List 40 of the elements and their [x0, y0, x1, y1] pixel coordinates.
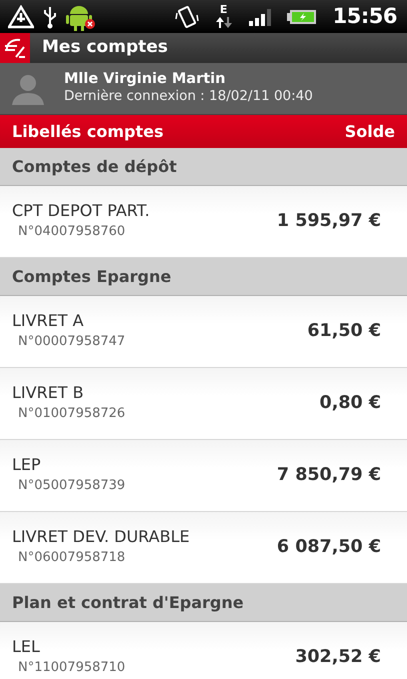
account-number: N°01007958726 — [17, 405, 126, 424]
account-row[interactable]: LIVRET DEV. DURABLE N°06007958718 6 087,50 € — [0, 512, 407, 584]
battery-icon — [286, 8, 317, 24]
column-header: Libellés comptes — [12, 120, 164, 142]
section-header: Plan et contrat d'Epargne — [12, 592, 244, 614]
account-number: N°05007958739 — [17, 477, 126, 496]
account-row[interactable]: LIVRET A N°00007958747 61,50 € — [0, 296, 407, 368]
bank-logo-icon — [0, 33, 30, 63]
account-balance: 1 595,97 € — [276, 210, 381, 234]
account-name: LIVRET DEV. DURABLE — [12, 527, 190, 548]
last-login-text: Dernière connexion : 18/02/11 00:40 — [64, 88, 313, 106]
vibrate-icon — [174, 4, 199, 28]
signal-icon — [248, 8, 271, 26]
account-number: N°00007958747 — [17, 333, 126, 352]
screen-title: Mes comptes — [41, 36, 168, 60]
account-row[interactable]: LEP N°05007958739 7 850,79 € — [0, 440, 407, 512]
section-header: Comptes Epargne — [12, 266, 172, 288]
account-name: LIVRET B — [12, 383, 85, 404]
clock: 15:56 — [332, 2, 397, 30]
account-name: LEL — [12, 637, 41, 658]
account-name: LIVRET A — [12, 311, 85, 332]
account-name: LEP — [12, 455, 42, 476]
column-header: Solde — [344, 120, 395, 142]
account-name: CPT DEPOT PART. — [12, 201, 150, 222]
account-number: N°11007958710 — [17, 659, 126, 678]
warning-icon — [8, 4, 34, 28]
account-number: N°06007958718 — [17, 549, 126, 568]
account-balance: 302,52 € — [295, 646, 381, 670]
section-header: Comptes de dépôt — [12, 156, 177, 178]
account-number: N°04007958760 — [17, 223, 126, 242]
usb-icon — [42, 4, 58, 28]
account-balance: 61,50 € — [307, 320, 381, 344]
user-name: Mlle Virginie Martin — [64, 71, 226, 88]
account-row[interactable]: CPT DEPOT PART. N°04007958760 1 595,97 € — [0, 186, 407, 258]
account-row[interactable]: LIVRET B N°01007958726 0,80 € — [0, 368, 407, 440]
data-arrows-icon — [214, 15, 233, 29]
account-balance: 7 850,79 € — [276, 464, 381, 488]
account-balance: 0,80 € — [320, 392, 381, 416]
account-balance: 6 087,50 € — [276, 536, 381, 560]
network-type-label: E — [220, 4, 228, 15]
